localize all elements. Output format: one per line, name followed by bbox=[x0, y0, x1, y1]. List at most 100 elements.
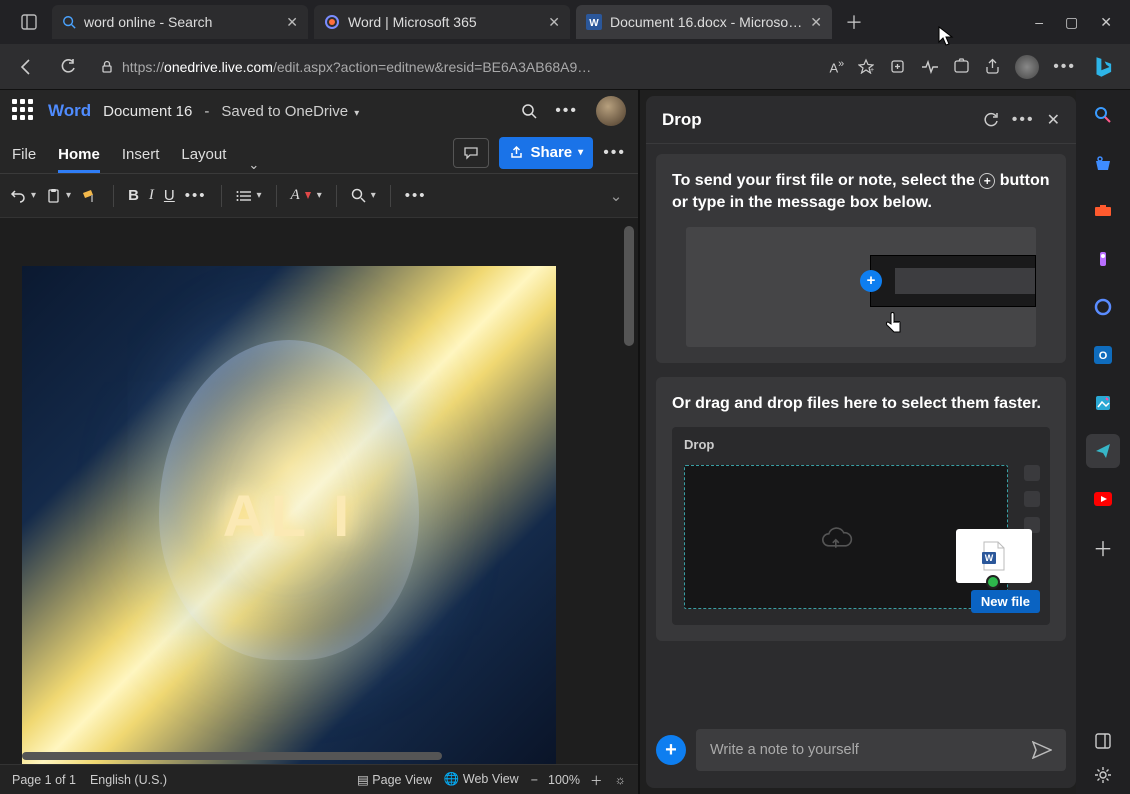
brightness-icon[interactable]: ☼ bbox=[615, 773, 626, 787]
refresh-icon[interactable] bbox=[982, 111, 1000, 129]
back-button[interactable] bbox=[10, 51, 42, 83]
underline-button[interactable]: U bbox=[164, 187, 175, 204]
chevron-down-icon[interactable]: ⌄ bbox=[248, 157, 259, 173]
youtube-icon[interactable] bbox=[1086, 482, 1120, 516]
chevron-down-icon: ▾ bbox=[354, 108, 359, 119]
drop-sidebar-icon[interactable] bbox=[1086, 434, 1120, 468]
close-panel-icon[interactable]: ✕ bbox=[1047, 110, 1060, 130]
browser-tab-search[interactable]: word online - Search ✕ bbox=[52, 5, 308, 39]
illus-mini-sidebar bbox=[1024, 465, 1040, 533]
sidebar-collapse-icon[interactable] bbox=[1094, 732, 1112, 750]
undo-button[interactable]: ▾ bbox=[10, 188, 36, 204]
bing-sidebar-toggle-icon[interactable] bbox=[1086, 50, 1120, 84]
more-icon[interactable]: ••• bbox=[1053, 58, 1076, 76]
document-name[interactable]: Document 16 bbox=[103, 103, 192, 120]
more-icon[interactable]: ••• bbox=[1012, 111, 1035, 129]
note-input[interactable]: Write a note to yourself bbox=[696, 729, 1066, 771]
more-commands-icon[interactable]: ••• bbox=[405, 187, 427, 204]
add-attachment-button[interactable]: + bbox=[656, 735, 686, 765]
browser-tab-document[interactable]: W Document 16.docx - Microsoft W ✕ bbox=[576, 5, 832, 39]
m365-sidebar-icon[interactable] bbox=[1086, 290, 1120, 324]
illustration-compose: + bbox=[686, 227, 1036, 347]
new-tab-button[interactable]: ＋ bbox=[838, 6, 870, 38]
browser-toolbar: https://onedrive.live.com/edit.aspx?acti… bbox=[0, 44, 1130, 90]
cloud-upload-icon bbox=[819, 526, 853, 554]
horizontal-scrollbar[interactable] bbox=[22, 752, 442, 760]
app-launcher-icon[interactable] bbox=[12, 99, 36, 123]
toolbar-actions: ••• bbox=[890, 55, 1076, 79]
outlook-icon[interactable]: O bbox=[1086, 338, 1120, 372]
page-count[interactable]: Page 1 of 1 bbox=[12, 773, 76, 787]
document-canvas[interactable]: AL I bbox=[0, 218, 638, 764]
share-button[interactable]: Share ▾ bbox=[499, 137, 593, 169]
tip-text: To send your first file or note, select … bbox=[672, 170, 1050, 215]
page-view-button[interactable]: ▤ Page View bbox=[357, 772, 432, 787]
profile-avatar[interactable] bbox=[1015, 55, 1039, 79]
close-window-icon[interactable]: ✕ bbox=[1100, 14, 1112, 31]
refresh-button[interactable] bbox=[52, 51, 84, 83]
user-avatar[interactable] bbox=[596, 96, 626, 126]
settings-icon[interactable] bbox=[1094, 766, 1112, 784]
vertical-scrollbar[interactable] bbox=[624, 226, 634, 346]
zoom-out-button[interactable]: − bbox=[531, 773, 538, 787]
image-creator-icon[interactable] bbox=[1086, 386, 1120, 420]
minimize-icon[interactable]: – bbox=[1035, 14, 1043, 31]
maximize-icon[interactable]: ▢ bbox=[1065, 14, 1078, 31]
font-color-button[interactable]: A▾ bbox=[291, 187, 322, 204]
close-icon[interactable]: ✕ bbox=[548, 14, 560, 31]
tools-icon[interactable] bbox=[1086, 194, 1120, 228]
bold-button[interactable]: B bbox=[128, 187, 139, 204]
address-bar[interactable]: https://onedrive.live.com/edit.aspx?acti… bbox=[94, 50, 880, 84]
comments-button[interactable] bbox=[453, 138, 489, 168]
language-status[interactable]: English (U.S.) bbox=[90, 773, 167, 787]
more-formatting-icon[interactable]: ••• bbox=[185, 187, 207, 204]
add-sidebar-icon[interactable]: ＋ bbox=[1086, 530, 1120, 564]
drop-tip-send: To send your first file or note, select … bbox=[656, 154, 1066, 363]
ribbon-collapse-icon[interactable]: ⌄ bbox=[604, 187, 628, 205]
search-icon[interactable] bbox=[521, 103, 537, 119]
search-sidebar-icon[interactable] bbox=[1086, 98, 1120, 132]
drop-header: Drop ••• ✕ bbox=[646, 96, 1076, 144]
svg-text:O: O bbox=[1099, 350, 1108, 362]
more-icon[interactable]: ••• bbox=[603, 144, 626, 162]
illus-title: Drop bbox=[684, 437, 1038, 452]
share-label: Share bbox=[530, 144, 572, 161]
zoom-level[interactable]: 100% bbox=[548, 773, 580, 787]
favorite-icon[interactable]: + bbox=[858, 58, 874, 74]
find-button[interactable]: ▾ bbox=[351, 188, 376, 203]
web-view-button[interactable]: 🌐 Web View bbox=[444, 772, 519, 787]
close-icon[interactable]: ✕ bbox=[286, 14, 298, 31]
italic-button[interactable]: I bbox=[149, 187, 154, 204]
mouse-cursor-icon bbox=[938, 26, 954, 46]
inserted-image[interactable]: AL I bbox=[22, 266, 556, 764]
zoom-in-button[interactable]: ＋ bbox=[590, 770, 603, 789]
illustration-dragdrop: Drop W New file bbox=[672, 427, 1050, 625]
more-icon[interactable]: ••• bbox=[555, 102, 578, 120]
close-icon[interactable]: ✕ bbox=[810, 14, 822, 31]
pointer-hand-icon bbox=[883, 312, 905, 338]
drop-title: Drop bbox=[662, 110, 702, 130]
browser-tab-m365[interactable]: Word | Microsoft 365 ✕ bbox=[314, 5, 570, 39]
browser-titlebar: word online - Search ✕ Word | Microsoft … bbox=[0, 0, 1130, 44]
word-brand[interactable]: Word bbox=[48, 101, 91, 121]
shopping-icon[interactable] bbox=[1086, 146, 1120, 180]
read-aloud-icon[interactable]: A» bbox=[829, 58, 844, 75]
svg-text:W: W bbox=[985, 553, 994, 563]
lock-icon bbox=[100, 60, 114, 74]
send-icon[interactable] bbox=[1032, 741, 1052, 759]
screenshot-icon[interactable] bbox=[953, 58, 970, 75]
tab-layout[interactable]: Layout bbox=[181, 146, 226, 173]
url-text: https://onedrive.live.com/edit.aspx?acti… bbox=[122, 59, 591, 75]
paste-button[interactable]: ▾ bbox=[46, 188, 71, 204]
bullets-button[interactable]: ▾ bbox=[236, 189, 262, 203]
tab-home[interactable]: Home bbox=[58, 146, 100, 173]
tab-insert[interactable]: Insert bbox=[122, 146, 160, 173]
tab-file[interactable]: File bbox=[12, 146, 36, 173]
format-painter-icon[interactable] bbox=[81, 188, 99, 204]
games-icon[interactable] bbox=[1086, 242, 1120, 276]
collections-icon[interactable] bbox=[890, 58, 907, 75]
heartbeat-icon[interactable] bbox=[921, 58, 939, 76]
share-page-icon[interactable] bbox=[984, 58, 1001, 75]
tab-actions-icon[interactable] bbox=[12, 5, 46, 39]
saved-location[interactable]: Saved to OneDrive ▾ bbox=[221, 103, 359, 120]
